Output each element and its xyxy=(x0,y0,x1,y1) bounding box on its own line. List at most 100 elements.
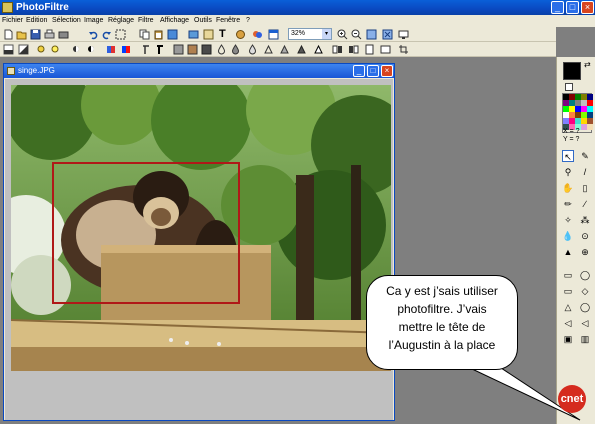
auto-level-icon[interactable] xyxy=(3,44,14,55)
fill-mode-icon[interactable]: ▥ xyxy=(579,333,591,345)
doc-minimize-button[interactable]: _ xyxy=(353,65,365,77)
noise-icon[interactable] xyxy=(247,44,258,55)
doc-maximize-button[interactable]: □ xyxy=(367,65,379,77)
undo-icon[interactable] xyxy=(88,29,99,40)
zoom-select[interactable]: 32% ▾ xyxy=(288,28,332,40)
copy-icon[interactable] xyxy=(139,29,150,40)
blur-tool-icon[interactable]: 💧 xyxy=(562,230,574,242)
preview-icon[interactable] xyxy=(268,29,279,40)
gamma-minus-icon[interactable] xyxy=(141,44,152,55)
greyscale-icon[interactable] xyxy=(173,44,184,55)
smudge-tool-icon[interactable]: ⊙ xyxy=(579,230,591,242)
flip-horizontal-icon[interactable] xyxy=(332,44,343,55)
document-window[interactable]: singe.JPG _ □ × xyxy=(3,63,395,421)
rounded-rect-shape-icon[interactable]: ▭ xyxy=(562,285,574,297)
rotate-right-icon[interactable] xyxy=(380,44,391,55)
fullscreen-icon[interactable] xyxy=(398,29,409,40)
triangle-shape-icon[interactable]: △ xyxy=(562,301,574,313)
foreground-color[interactable] xyxy=(563,62,581,80)
document-titlebar[interactable]: singe.JPG _ □ × xyxy=(4,64,394,78)
pointer-tool-icon[interactable]: ↖ xyxy=(562,150,574,162)
menu-edition[interactable]: Edition xyxy=(26,15,47,27)
brush-tool-icon[interactable]: ✏ xyxy=(562,198,574,210)
paste-icon[interactable] xyxy=(153,29,164,40)
ellipse-shape-icon[interactable]: ◯ xyxy=(579,269,591,281)
menu-reglage[interactable]: Réglage xyxy=(108,15,134,27)
brightness-plus-icon[interactable] xyxy=(50,44,61,55)
spray-tool-icon[interactable]: ▯ xyxy=(579,182,591,194)
menu-affichage[interactable]: Affichage xyxy=(160,15,189,27)
diamond-shape-icon[interactable]: ◇ xyxy=(579,285,591,297)
sepia-icon[interactable] xyxy=(187,44,198,55)
rectangle-shape-icon[interactable]: ▭ xyxy=(562,269,574,281)
print-icon[interactable] xyxy=(44,29,55,40)
polygon-shape-icon[interactable]: ◁ xyxy=(562,317,574,329)
contrast-minus-icon[interactable] xyxy=(71,44,82,55)
selection-mode-icon[interactable]: ▣ xyxy=(562,333,574,345)
fill-tool-icon[interactable]: ✋ xyxy=(562,182,574,194)
magic-wand-tool-icon[interactable]: ⚲ xyxy=(562,166,574,178)
redo-icon[interactable] xyxy=(101,29,112,40)
select-all-icon[interactable] xyxy=(115,29,126,40)
auto-contrast-icon[interactable] xyxy=(18,44,29,55)
line-tool-icon[interactable]: / xyxy=(579,166,591,178)
maximize-button[interactable]: □ xyxy=(566,1,579,14)
menu-selection[interactable]: Sélection xyxy=(52,15,81,27)
flip-vertical-icon[interactable] xyxy=(348,44,359,55)
gamma-plus-icon[interactable] xyxy=(155,44,166,55)
text-tool-icon[interactable]: T xyxy=(219,29,230,40)
chevron-down-icon[interactable]: ▾ xyxy=(322,29,331,39)
menu-outils[interactable]: Outils xyxy=(194,15,212,27)
emboss-icon[interactable] xyxy=(279,44,290,55)
picture-icon[interactable] xyxy=(203,29,214,40)
effects-brush-tool-icon[interactable]: ⁂ xyxy=(579,214,591,226)
soften-icon[interactable] xyxy=(263,44,274,55)
menu-fichier[interactable]: Fichier xyxy=(2,15,23,27)
doc-close-button[interactable]: × xyxy=(381,65,393,77)
rotate-left-icon[interactable] xyxy=(364,44,375,55)
close-button[interactable]: × xyxy=(581,1,594,14)
menu-fenetre[interactable]: Fenêtre xyxy=(216,15,240,27)
color-palette-grid[interactable] xyxy=(562,93,593,133)
lasso-shape-icon[interactable]: ◯ xyxy=(579,301,591,313)
saturation-plus-icon[interactable] xyxy=(121,44,132,55)
artistic-brush-tool-icon[interactable]: ✧ xyxy=(562,214,574,226)
relief-icon[interactable] xyxy=(296,44,307,55)
menu-help[interactable]: ? xyxy=(246,15,250,27)
new-file-icon[interactable] xyxy=(3,29,14,40)
app-title: PhotoFiltre xyxy=(16,2,69,13)
document-canvas[interactable] xyxy=(5,79,393,420)
stamp-tool-icon[interactable]: ▲ xyxy=(562,246,574,258)
zoom-out-icon[interactable] xyxy=(351,29,362,40)
menu-filtre[interactable]: Filtre xyxy=(138,15,154,27)
saturation-minus-icon[interactable] xyxy=(106,44,117,55)
filter-icon[interactable] xyxy=(235,29,246,40)
fit-window-icon[interactable] xyxy=(366,29,377,40)
contrast-plus-icon[interactable] xyxy=(86,44,97,55)
outline-icon[interactable] xyxy=(313,44,324,55)
clone-tool-icon[interactable]: ⊕ xyxy=(579,246,591,258)
minimize-button[interactable]: _ xyxy=(551,1,564,14)
effects-icon[interactable] xyxy=(252,29,263,40)
zoom-in-icon[interactable] xyxy=(337,29,348,40)
background-color[interactable] xyxy=(565,83,573,91)
eyedropper-tool-icon[interactable]: ✎ xyxy=(579,150,591,162)
scan-icon[interactable] xyxy=(58,29,69,40)
zoom-value: 32% xyxy=(291,30,306,37)
monkey-photo[interactable] xyxy=(11,85,391,371)
menu-image[interactable]: Image xyxy=(84,15,103,27)
brightness-minus-icon[interactable] xyxy=(36,44,47,55)
antialias-icon[interactable] xyxy=(201,44,212,55)
layer-icon[interactable] xyxy=(188,29,199,40)
selection-rectangle[interactable] xyxy=(52,162,240,304)
swap-colors-icon[interactable]: ⇄ xyxy=(584,61,591,69)
magnetic-lasso-icon[interactable]: ◁ xyxy=(579,317,591,329)
full-size-icon[interactable] xyxy=(382,29,393,40)
blur-icon[interactable] xyxy=(216,44,227,55)
pencil-tool-icon[interactable]: ∕ xyxy=(579,198,591,210)
image-size-icon[interactable] xyxy=(167,29,178,40)
sharpen-icon[interactable] xyxy=(230,44,241,55)
crop-icon[interactable] xyxy=(398,44,409,55)
open-folder-icon[interactable] xyxy=(16,29,27,40)
save-icon[interactable] xyxy=(30,29,41,40)
